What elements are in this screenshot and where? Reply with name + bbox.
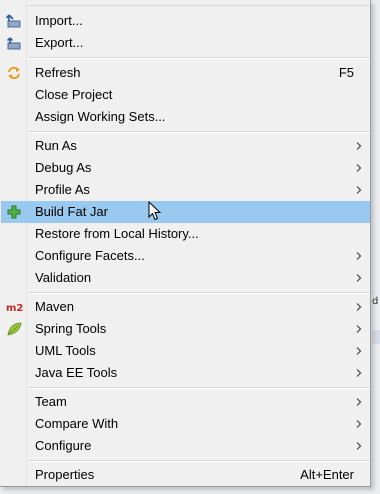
- menu-item-label: Import...: [35, 13, 83, 28]
- menu-item-label: Spring Tools: [35, 321, 107, 336]
- menu-separator: [28, 131, 369, 133]
- menu-item-label: Assign Working Sets...: [35, 109, 166, 124]
- chevron-right-icon: [356, 303, 362, 311]
- menu-item-export[interactable]: Export...: [1, 32, 370, 54]
- menu-item-configure-facets[interactable]: Configure Facets...: [1, 245, 370, 267]
- menu-item-configure[interactable]: Configure: [1, 435, 370, 457]
- menu-item-assign-working-sets[interactable]: Assign Working Sets...: [1, 106, 370, 128]
- menu-item-label: Validation: [35, 270, 92, 285]
- menu-item-import[interactable]: Import...: [1, 10, 370, 32]
- chevron-right-icon: [356, 142, 362, 150]
- menu-item-run-as[interactable]: Run As: [1, 135, 370, 157]
- menu-item-team[interactable]: Team: [1, 391, 370, 413]
- menu-item-restore-local-history[interactable]: Restore from Local History...: [1, 223, 370, 245]
- menu-item-label: Team: [35, 394, 67, 409]
- background-window-edge-bottom: [0, 487, 380, 494]
- chevron-right-icon: [356, 274, 362, 282]
- menu-item-profile-as[interactable]: Profile As: [1, 179, 370, 201]
- menu-item-properties[interactable]: Properties Alt+Enter: [1, 464, 370, 486]
- menu-item-debug-as[interactable]: Debug As: [1, 157, 370, 179]
- chevron-right-icon: [356, 252, 362, 260]
- menu-item-label: Compare With: [35, 416, 119, 431]
- maven-icon-text: m2: [6, 303, 24, 314]
- shortcut-label: Alt+Enter: [300, 467, 354, 482]
- background-window-edge: [371, 0, 380, 494]
- menu-item-label: Configure: [35, 438, 92, 453]
- menu-separator: [28, 460, 369, 462]
- menu-item-label: Refresh: [35, 65, 81, 80]
- menu-item-label: Debug As: [35, 160, 92, 175]
- menu-item-compare-with[interactable]: Compare With: [1, 413, 370, 435]
- chevron-right-icon: [356, 369, 362, 377]
- chevron-right-icon: [356, 186, 362, 194]
- export-icon: [6, 35, 22, 51]
- menu-item-label: Profile As: [35, 182, 90, 197]
- chevron-right-icon: [356, 164, 362, 172]
- menu-item-close-project[interactable]: Close Project: [1, 84, 370, 106]
- menu-item-maven[interactable]: m2 Maven: [1, 296, 370, 318]
- maven-m2-icon: m2: [6, 299, 24, 315]
- context-menu: Import... Export... Refresh F5 Close Pro…: [0, 0, 371, 487]
- chevron-right-icon: [356, 442, 362, 450]
- menu-item-label: Build Fat Jar: [35, 204, 108, 219]
- chevron-right-icon: [356, 347, 362, 355]
- shortcut-label: F5: [338, 65, 354, 80]
- menu-item-label: Run As: [35, 138, 77, 153]
- menu-item-label: Close Project: [35, 87, 113, 102]
- menu-item-label: Maven: [35, 299, 75, 314]
- background-control-fragment: [372, 330, 380, 344]
- menu-item-spring-tools[interactable]: Spring Tools: [1, 318, 370, 340]
- menu-item-label: Properties: [35, 467, 95, 482]
- menu-item-label: UML Tools: [35, 343, 96, 358]
- chevron-right-icon: [356, 420, 362, 428]
- menu-item-label: Restore from Local History...: [35, 226, 199, 241]
- import-icon: [5, 13, 22, 29]
- spring-leaf-icon: [6, 321, 22, 337]
- menu-item-label: Configure Facets...: [35, 248, 145, 263]
- chevron-right-icon: [356, 325, 362, 333]
- background-text-fragment: d: [372, 296, 379, 307]
- menu-separator: [28, 57, 369, 59]
- menu-item-refresh[interactable]: Refresh F5: [1, 62, 370, 84]
- menu-item-java-ee-tools[interactable]: Java EE Tools: [1, 362, 370, 384]
- menu-separator: [28, 387, 369, 389]
- chevron-right-icon: [356, 398, 362, 406]
- mouse-cursor-icon: [148, 201, 162, 221]
- menu-item-validation[interactable]: Validation: [1, 267, 370, 289]
- menu-item-uml-tools[interactable]: UML Tools: [1, 340, 370, 362]
- refresh-icon: [6, 65, 22, 81]
- menu-item-label: Java EE Tools: [35, 365, 118, 380]
- menu-top-separator: [28, 5, 369, 6]
- menu-item-build-fat-jar[interactable]: Build Fat Jar: [1, 201, 370, 223]
- menu-separator: [28, 292, 369, 294]
- plus-icon: [6, 204, 22, 220]
- menu-item-label: Export...: [35, 35, 84, 50]
